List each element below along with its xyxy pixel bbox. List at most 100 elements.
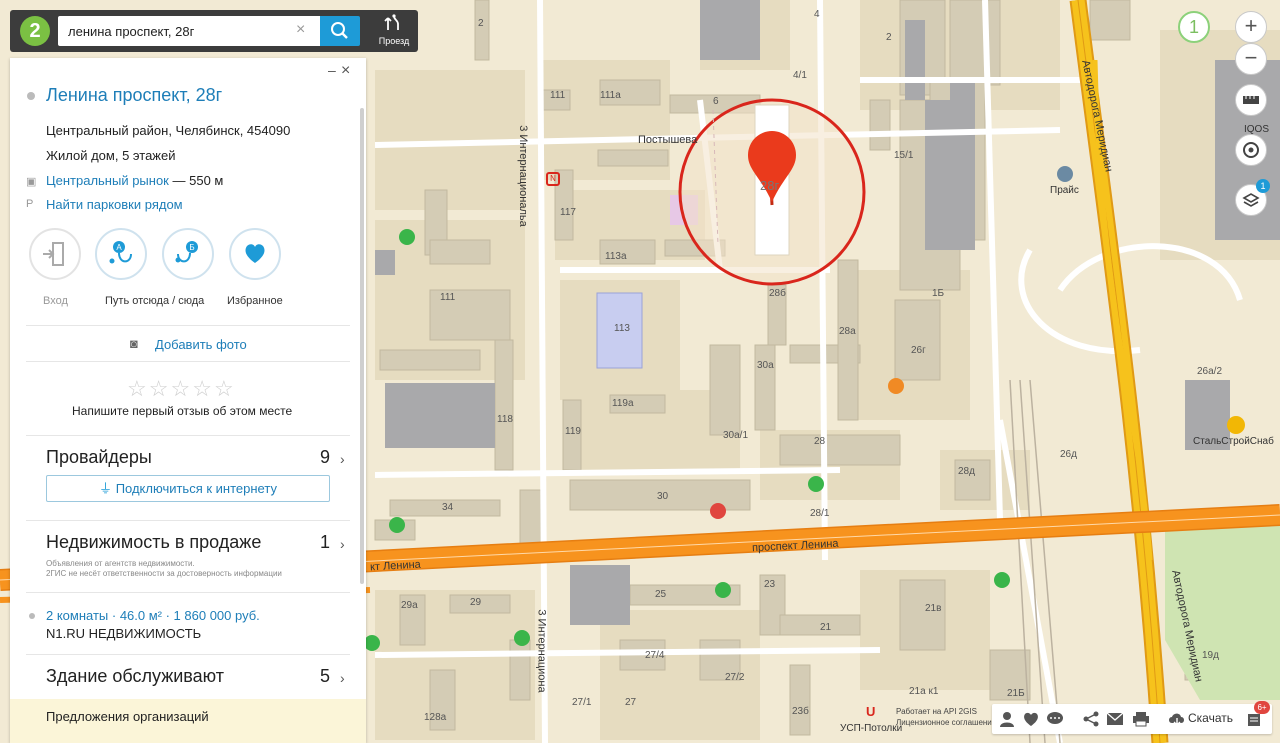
bus-icon: ▣ <box>26 176 37 188</box>
user-icon[interactable] <box>998 711 1016 727</box>
realty-disclaimer: 2ГИС не несёт ответственности за достове… <box>46 569 282 578</box>
rating-stars[interactable]: ☆☆☆☆☆ <box>127 376 236 402</box>
pharmacy-icon[interactable] <box>710 503 726 519</box>
layers-badge: 1 <box>1256 179 1270 193</box>
zoom-level-indicator[interactable]: 1 <box>1178 11 1210 43</box>
heart-icon[interactable] <box>1022 711 1040 727</box>
ruler-icon <box>1243 96 1259 104</box>
poi-price-icon[interactable] <box>1057 166 1073 182</box>
house-number: 23б <box>792 706 809 717</box>
add-photo-link[interactable]: Добавить фото <box>155 337 247 352</box>
chevron-right-icon[interactable]: › <box>340 536 345 552</box>
favorite-label: Избранное <box>227 295 283 307</box>
search-button[interactable] <box>320 16 360 46</box>
org-offers-section[interactable]: Предложения организаций <box>10 699 366 743</box>
api-text[interactable]: Работает на API 2GIS <box>896 706 996 717</box>
house-number: 30 <box>657 491 669 502</box>
house-number: 117 <box>560 207 576 218</box>
house-number: 27/4 <box>645 650 665 661</box>
download-label[interactable]: Скачать <box>1188 711 1233 725</box>
zoom-out-button[interactable]: − <box>1235 43 1267 75</box>
route-from-to-button[interactable]: А <box>95 228 147 280</box>
mail-icon[interactable] <box>1106 711 1124 727</box>
download-cloud-icon[interactable] <box>1168 711 1186 727</box>
favorite-button[interactable] <box>229 228 281 280</box>
street-label-internatsionala: 3 Интернациональа <box>516 125 529 227</box>
house-number: 28а <box>839 326 856 337</box>
charging-icon[interactable] <box>399 229 415 245</box>
house-number: 1Б <box>932 288 945 299</box>
clear-search-icon[interactable]: × <box>296 21 305 39</box>
clothing-icon[interactable] <box>715 582 731 598</box>
connect-internet-button[interactable]: ⏚ Подключиться к интернету <box>46 475 330 502</box>
star-icon[interactable]: ☆ <box>170 376 192 401</box>
transit-info: Центральный рынок — 550 м <box>46 173 223 188</box>
house-number: 23 <box>764 579 776 590</box>
find-parking-link[interactable]: Найти парковки рядом <box>46 197 183 212</box>
chevron-right-icon[interactable]: › <box>340 451 345 467</box>
news-badge: 6+ <box>1254 701 1270 714</box>
house-number: 34 <box>442 502 454 513</box>
usp-logo-icon: U <box>866 704 876 719</box>
my-location-button[interactable] <box>1235 134 1267 166</box>
house-number: 27/2 <box>725 672 745 683</box>
print-icon[interactable] <box>1132 711 1150 727</box>
bank-icon[interactable] <box>808 476 824 492</box>
panel-scrollbar[interactable] <box>360 108 364 584</box>
house-number: 26а/2 <box>1197 366 1223 377</box>
poi-stalstroy-label[interactable]: СтальСтройСнаб <box>1193 436 1274 447</box>
ruler-button[interactable] <box>1235 84 1267 116</box>
entrance-button[interactable] <box>29 228 81 280</box>
star-icon[interactable]: ☆ <box>149 376 171 401</box>
house-number: 119 <box>565 426 581 437</box>
entrance-label: Вход <box>43 295 68 307</box>
route-ab-icon: А <box>109 241 132 264</box>
license-link[interactable]: Лицензионное соглашение <box>896 717 996 728</box>
house-number: 26г <box>911 345 926 356</box>
minimize-icon[interactable]: – <box>328 62 336 78</box>
svg-text:Б: Б <box>189 243 194 252</box>
route-to-button[interactable]: Б <box>162 228 214 280</box>
house-number: 28б <box>769 288 786 299</box>
house-number: 21Б <box>1007 688 1025 699</box>
house-number: 113 <box>614 323 630 334</box>
house-number: 21 <box>820 622 832 633</box>
close-icon[interactable]: × <box>341 62 350 80</box>
chat-icon[interactable] <box>1046 711 1064 727</box>
poi-stalstroy-icon[interactable] <box>1227 416 1245 434</box>
location-pin-icon <box>27 92 35 100</box>
realty-listing-link[interactable]: 2 комнаты · 46.0 м² · 1 860 000 руб. <box>46 608 260 623</box>
house-number: 2 <box>478 18 484 29</box>
search-input[interactable] <box>58 16 320 46</box>
house-number: 26д <box>1060 449 1077 460</box>
house-number: 28д <box>958 466 975 477</box>
2gis-logo[interactable]: 2 <box>20 16 50 46</box>
metro-n1-icon[interactable]: N <box>546 172 560 186</box>
transit-stop-link[interactable]: Центральный рынок <box>46 173 169 188</box>
route-button[interactable]: Проезд <box>370 10 418 52</box>
house-number: 4/1 <box>793 70 807 81</box>
poi-price-label[interactable]: Прайс <box>1050 185 1079 196</box>
parking-icon: P <box>26 198 34 210</box>
divider <box>26 361 350 362</box>
review-prompt[interactable]: Напишите первый отзыв об этом месте <box>72 404 292 418</box>
realty-title[interactable]: Недвижимость в продаже <box>46 532 261 553</box>
restaurant-icon[interactable] <box>888 378 904 394</box>
shop-icon[interactable] <box>389 517 405 533</box>
share-icon[interactable] <box>1082 711 1100 727</box>
divider <box>26 520 350 521</box>
barber-icon[interactable] <box>364 635 380 651</box>
star-icon[interactable]: ☆ <box>214 376 236 401</box>
providers-count: 9 <box>320 447 331 467</box>
providers-title[interactable]: Провайдеры <box>46 447 152 468</box>
location-marker-icon[interactable] <box>746 128 798 208</box>
house-number: 111а <box>600 90 621 101</box>
service-title[interactable]: Здание обслуживают <box>46 666 224 687</box>
star-icon[interactable]: ☆ <box>192 376 214 401</box>
star-icon[interactable]: ☆ <box>127 376 149 401</box>
chevron-right-icon[interactable]: › <box>340 670 345 686</box>
fuel-icon[interactable] <box>994 572 1010 588</box>
zoom-in-button[interactable]: + <box>1235 11 1267 43</box>
house-number: 25 <box>655 589 667 600</box>
barber-icon[interactable] <box>514 630 530 646</box>
